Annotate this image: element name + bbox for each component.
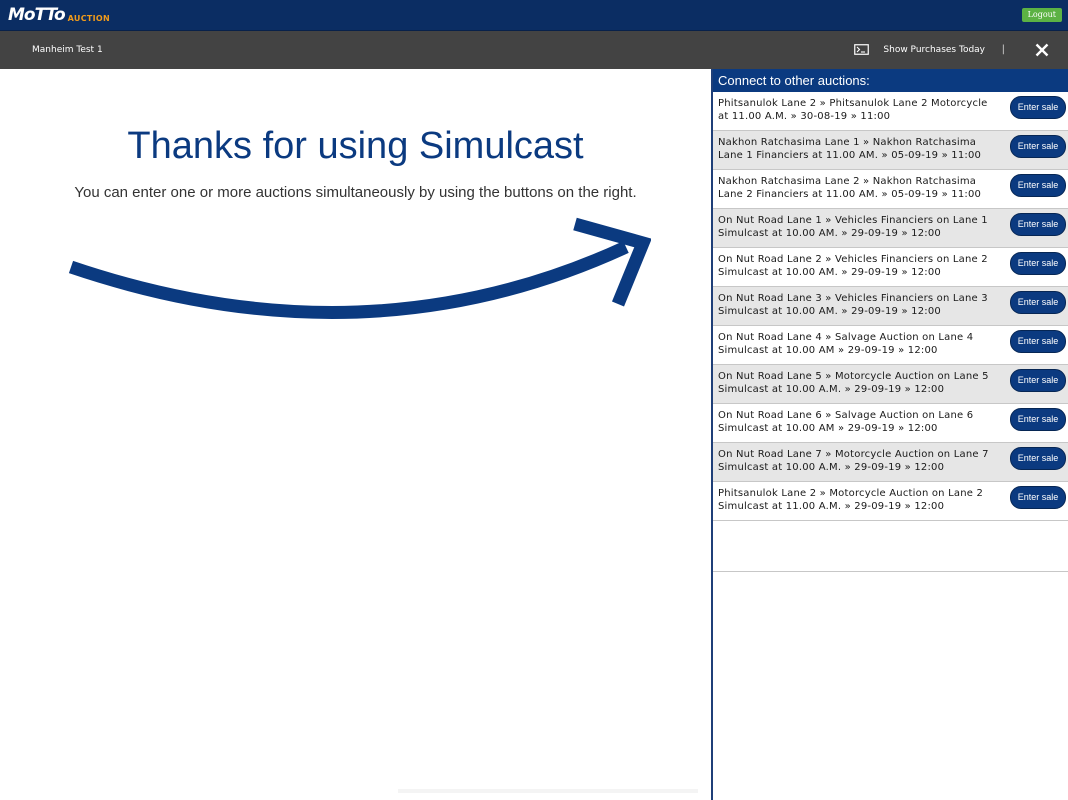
divider bbox=[398, 789, 698, 793]
logout-button[interactable]: Logout bbox=[1021, 8, 1062, 22]
list-item: Nakhon Ratchasima Lane 2 » Nakhon Ratcha… bbox=[713, 170, 1068, 209]
auction-description: Phitsanulok Lane 2 » Phitsanulok Lane 2 … bbox=[718, 97, 1008, 123]
show-purchases-label: Show Purchases Today bbox=[883, 45, 985, 55]
panel-title: Connect to other auctions: bbox=[713, 69, 1068, 92]
close-icon bbox=[1035, 43, 1049, 57]
other-auctions-panel: Connect to other auctions: Phitsanulok L… bbox=[711, 69, 1068, 800]
enter-sale-button[interactable]: Enter sale bbox=[1010, 408, 1066, 431]
auction-line-1: On Nut Road Lane 2 » Vehicles Financiers… bbox=[718, 254, 988, 265]
logo-subtitle: AUCTION bbox=[67, 14, 111, 23]
logo-wordmark: MoTTo bbox=[8, 5, 66, 25]
auction-line-2: Simulcast at 10.00 AM » 29-09-19 » 12:00 bbox=[718, 345, 938, 356]
auction-line-1: On Nut Road Lane 5 » Motorcycle Auction … bbox=[718, 371, 989, 382]
auction-line-1: Nakhon Ratchasima Lane 2 » Nakhon Ratcha… bbox=[718, 176, 977, 187]
list-item: On Nut Road Lane 5 » Motorcycle Auction … bbox=[713, 365, 1068, 404]
auction-line-1: Phitsanulok Lane 2 » Phitsanulok Lane 2 … bbox=[718, 98, 988, 109]
auction-line-2: Simulcast at 10.00 AM. » 29-09-19 » 12:0… bbox=[718, 267, 941, 278]
divider: | bbox=[1001, 44, 1005, 55]
auction-line-2: Simulcast at 10.00 A.M. » 29-09-19 » 12:… bbox=[718, 462, 945, 473]
enter-sale-button[interactable]: Enter sale bbox=[1010, 447, 1066, 470]
top-bar: MoTTo AUCTION Logout bbox=[0, 0, 1068, 31]
auction-description: On Nut Road Lane 6 » Salvage Auction on … bbox=[718, 409, 1008, 435]
page-subtitle: You can enter one or more auctions simul… bbox=[74, 184, 637, 201]
enter-sale-button[interactable]: Enter sale bbox=[1010, 252, 1066, 275]
list-item: On Nut Road Lane 3 » Vehicles Financiers… bbox=[713, 287, 1068, 326]
screen-icon bbox=[854, 44, 870, 55]
auction-description: On Nut Road Lane 1 » Vehicles Financiers… bbox=[718, 214, 1008, 240]
auction-description: On Nut Road Lane 2 » Vehicles Financiers… bbox=[718, 253, 1008, 279]
list-item: Phitsanulok Lane 2 » Motorcycle Auction … bbox=[713, 482, 1068, 521]
auction-line-1: Phitsanulok Lane 2 » Motorcycle Auction … bbox=[718, 488, 984, 499]
auction-line-2: Lane 1 Financiers at 11.00 AM. » 05-09-1… bbox=[718, 150, 982, 161]
auction-line-2: Simulcast at 10.00 A.M. » 29-09-19 » 12:… bbox=[718, 384, 945, 395]
enter-sale-button[interactable]: Enter sale bbox=[1010, 369, 1066, 392]
auction-line-1: On Nut Road Lane 6 » Salvage Auction on … bbox=[718, 410, 974, 421]
list-item: On Nut Road Lane 2 » Vehicles Financiers… bbox=[713, 248, 1068, 287]
enter-sale-button[interactable]: Enter sale bbox=[1010, 291, 1066, 314]
auction-list: Phitsanulok Lane 2 » Phitsanulok Lane 2 … bbox=[713, 92, 1068, 521]
list-item: Phitsanulok Lane 2 » Phitsanulok Lane 2 … bbox=[713, 92, 1068, 131]
main-content: Thanks for using Simulcast You can enter… bbox=[0, 69, 711, 800]
enter-sale-button[interactable]: Enter sale bbox=[1010, 330, 1066, 353]
page-title: Thanks for using Simulcast bbox=[127, 125, 584, 167]
auction-line-1: On Nut Road Lane 4 » Salvage Auction on … bbox=[718, 332, 974, 343]
list-item: Nakhon Ratchasima Lane 1 » Nakhon Ratcha… bbox=[713, 131, 1068, 170]
auction-line-1: Nakhon Ratchasima Lane 1 » Nakhon Ratcha… bbox=[718, 137, 977, 148]
auction-description: Phitsanulok Lane 2 » Motorcycle Auction … bbox=[718, 487, 1008, 513]
close-button[interactable] bbox=[1032, 31, 1052, 69]
auction-line-1: On Nut Road Lane 1 » Vehicles Financiers… bbox=[718, 215, 988, 226]
auction-line-1: On Nut Road Lane 7 » Motorcycle Auction … bbox=[718, 449, 989, 460]
enter-sale-button[interactable]: Enter sale bbox=[1010, 486, 1066, 509]
auction-description: Nakhon Ratchasima Lane 2 » Nakhon Ratcha… bbox=[718, 175, 1008, 201]
auction-description: On Nut Road Lane 3 » Vehicles Financiers… bbox=[718, 292, 1008, 318]
list-item: On Nut Road Lane 1 » Vehicles Financiers… bbox=[713, 209, 1068, 248]
auction-description: Nakhon Ratchasima Lane 1 » Nakhon Ratcha… bbox=[718, 136, 1008, 162]
auction-line-2: at 11.00 A.M. » 30-08-19 » 11:00 bbox=[718, 111, 891, 122]
auction-description: On Nut Road Lane 7 » Motorcycle Auction … bbox=[718, 448, 1008, 474]
show-purchases-today-button[interactable]: Show Purchases Today bbox=[854, 31, 985, 69]
curved-arrow-right-icon bbox=[68, 217, 651, 319]
enter-sale-button[interactable]: Enter sale bbox=[1010, 174, 1066, 197]
auction-line-2: Simulcast at 10.00 AM. » 29-09-19 » 12:0… bbox=[718, 306, 941, 317]
auction-line-2: Lane 2 Financiers at 11.00 AM. » 05-09-1… bbox=[718, 189, 982, 200]
list-item: On Nut Road Lane 6 » Salvage Auction on … bbox=[713, 404, 1068, 443]
enter-sale-button[interactable]: Enter sale bbox=[1010, 96, 1066, 119]
auction-line-1: On Nut Road Lane 3 » Vehicles Financiers… bbox=[718, 293, 988, 304]
auction-description: On Nut Road Lane 4 » Salvage Auction on … bbox=[718, 331, 1008, 357]
list-end bbox=[713, 521, 1068, 572]
auction-line-2: Simulcast at 10.00 AM » 29-09-19 » 12:00 bbox=[718, 423, 938, 434]
auction-description: On Nut Road Lane 5 » Motorcycle Auction … bbox=[718, 370, 1008, 396]
auction-line-2: Simulcast at 11.00 A.M. » 29-09-19 » 12:… bbox=[718, 501, 945, 512]
list-item: On Nut Road Lane 4 » Salvage Auction on … bbox=[713, 326, 1068, 365]
account-name: Manheim Test 1 bbox=[32, 45, 103, 55]
account-bar: Manheim Test 1 Show Purchases Today | bbox=[0, 31, 1068, 69]
enter-sale-button[interactable]: Enter sale bbox=[1010, 213, 1066, 236]
auction-line-2: Simulcast at 10.00 AM. » 29-09-19 » 12:0… bbox=[718, 228, 941, 239]
enter-sale-button[interactable]: Enter sale bbox=[1010, 135, 1066, 158]
motto-auction-logo[interactable]: MoTTo AUCTION bbox=[8, 5, 110, 25]
list-item: On Nut Road Lane 7 » Motorcycle Auction … bbox=[713, 443, 1068, 482]
